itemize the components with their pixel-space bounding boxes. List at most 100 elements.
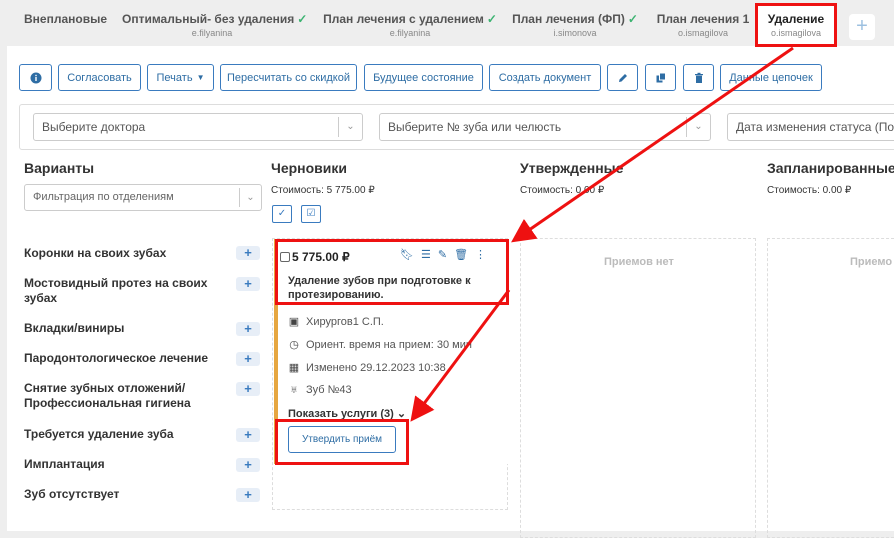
chevron-down-icon: ⌄ [338,117,362,137]
drafts-cost: Стоимость: 5 775.00 ₽ [271,185,375,196]
appointment-card[interactable]: 5 775.00 ₽ 🔖︎ ☰ ✎ 🗑︎ ⋮ Удаление зубов пр… [274,239,508,464]
category-missing-tooth: Зуб отсутствует [24,487,120,501]
pencil-icon[interactable]: ✎ [438,248,447,262]
category-implant: Имплантация [24,457,105,471]
card-changed: ▦ Изменено 29.12.2023 10:38 [288,361,446,375]
doctor-select[interactable]: Выберите доктора ⌄ [33,113,363,141]
card-duration-text: Ориент. время на прием: 30 мин [306,338,472,351]
add-missing-tooth-button[interactable]: + [236,488,260,502]
tab-optimal[interactable]: Оптимальный- без удаления ✓ e.filyanina [122,4,307,44]
tab-plan-with-removal[interactable]: План лечения с удалением ✓ e.filyanina [320,4,500,44]
doctor-select-placeholder: Выберите доктора [42,120,146,134]
calendar-icon: ▦ [288,362,300,374]
tab-title: План лечения с удалением [323,12,484,26]
agree-button[interactable]: Согласовать [58,64,141,91]
add-extraction-button[interactable]: + [236,428,260,442]
category-extraction: Требуется удаление зуба [24,427,174,441]
add-crowns-button[interactable]: + [236,246,260,260]
tab-author: e.filyanina [191,28,233,38]
card-tooth-text: Зуб №43 [306,384,352,396]
tooth-icon: ♅ [289,384,299,396]
select-all-button[interactable]: ☑ [301,205,321,223]
add-implant-button[interactable]: + [236,458,260,472]
card-duration: ◷ Ориент. время на прием: 30 мин [288,338,472,352]
category-hygiene: Снятие зубных отложений/ Профессиональна… [24,381,191,410]
check-icon: ✓ [486,12,497,26]
add-tab-button[interactable]: + [849,14,875,40]
delete-button[interactable] [683,64,714,91]
department-filter[interactable]: Фильтрация по отделениям ⌄ [24,184,262,211]
add-bridge-button[interactable]: + [236,277,260,291]
approved-title: Утвержденные [520,160,624,176]
clock-icon: ◷ [289,339,299,351]
tab-removal[interactable]: Удаление o.ismagilova [758,6,834,46]
chevron-down-icon: ⌄ [396,408,407,420]
info-icon [30,72,41,83]
add-periodontal-button[interactable]: + [236,352,260,366]
chevron-down-icon: ⌄ [686,117,710,137]
copy-icon [656,72,666,82]
category-crowns: Коронки на своих зубах [24,246,167,260]
planned-empty-text: Приемо [850,256,893,268]
doctor-icon: ▣ [288,316,300,328]
trash-icon[interactable]: 🗑︎ [454,248,468,262]
more-icon[interactable]: ⋮ [475,248,486,262]
card-doctor-text: Хирургов1 С.П. [306,315,384,328]
create-document-button[interactable]: Создать документ [489,64,601,91]
tab-title: Оптимальный- без удаления [122,12,295,26]
caret-down-icon: ▼ [196,73,205,82]
tab-title: План лечения (ФП) [512,12,625,26]
print-label: Печать [156,71,193,84]
variants-title: Варианты [24,160,95,176]
add-inlays-button[interactable]: + [236,322,260,336]
tab-unplanned[interactable]: Внеплановые [18,4,113,44]
card-checkbox[interactable] [280,252,290,262]
approved-cost: Стоимость: 0.00 ₽ [520,185,605,196]
show-services-toggle[interactable]: Показать услуги (3) ⌄ [288,407,406,420]
tab-title: Удаление [767,12,825,26]
chain-data-button[interactable]: Данные цепочек [720,64,822,91]
check-icon: ✓ [627,12,638,26]
planned-cost: Стоимость: 0.00 ₽ [767,185,852,196]
tab-title: План лечения 1 [656,12,750,26]
bookmark-icon[interactable]: 🔖︎ [400,248,414,262]
main-panel: Согласовать Печать ▼ Пересчитать со скидк… [7,46,894,538]
category-periodontal: Пародонтологическое лечение [24,351,209,365]
trash-icon [694,72,703,83]
planned-column [767,238,894,538]
tab-author: o.ismagilova [770,28,822,38]
category-bridge: Мостовидный протез на своих зубах [24,276,208,305]
approved-empty-text: Приемов нет [604,256,674,268]
tab-plan-fp[interactable]: План лечения (ФП) ✓ i.simonova [510,4,640,44]
tab-author: e.filyanina [389,28,431,38]
print-button[interactable]: Печать ▼ [147,64,214,91]
tooth-select-placeholder: Выберите № зуба или челюсть [388,120,562,134]
date-sort-value: Дата изменения статуса (По убыванию) [736,120,894,134]
category-inlays: Вкладки/виниры [24,321,125,335]
pencil-icon [618,73,627,82]
tab-plan-1[interactable]: План лечения 1 o.ismagilova [652,4,754,44]
tab-author: o.ismagilova [677,28,729,38]
date-sort-select[interactable]: Дата изменения статуса (По убыванию) [727,113,894,141]
show-services-label: Показать услуги (3) [288,408,394,420]
planned-title: Запланированные [767,160,894,176]
approve-appointment-button[interactable]: Утвердить приём [288,426,396,453]
tab-bar: Внеплановые Оптимальный- без удаления ✓ e… [0,0,894,46]
copy-button[interactable] [645,64,676,91]
check-all-button[interactable]: ✓ [272,205,292,223]
card-price: 5 775.00 ₽ [292,250,350,264]
filters-row: Выберите доктора ⌄ Выберите № зуба или ч… [19,104,894,150]
recalc-discount-button[interactable]: Пересчитать со скидкой [220,64,357,91]
add-hygiene-button[interactable]: + [236,382,260,396]
future-state-button[interactable]: Будущее состояние [364,64,483,91]
check-icon: ✓ [297,12,308,26]
chevron-down-icon: ⌄ [239,188,261,207]
tab-author: i.simonova [553,28,597,38]
department-filter-placeholder: Фильтрация по отделениям [33,191,174,203]
card-changed-text: Изменено 29.12.2023 10:38 [306,361,446,374]
list-icon[interactable]: ☰ [421,248,431,262]
edit-button[interactable] [607,64,638,91]
info-button[interactable] [19,64,52,91]
card-tooth: ♅ Зуб №43 [288,384,352,396]
tooth-select[interactable]: Выберите № зуба или челюсть ⌄ [379,113,711,141]
